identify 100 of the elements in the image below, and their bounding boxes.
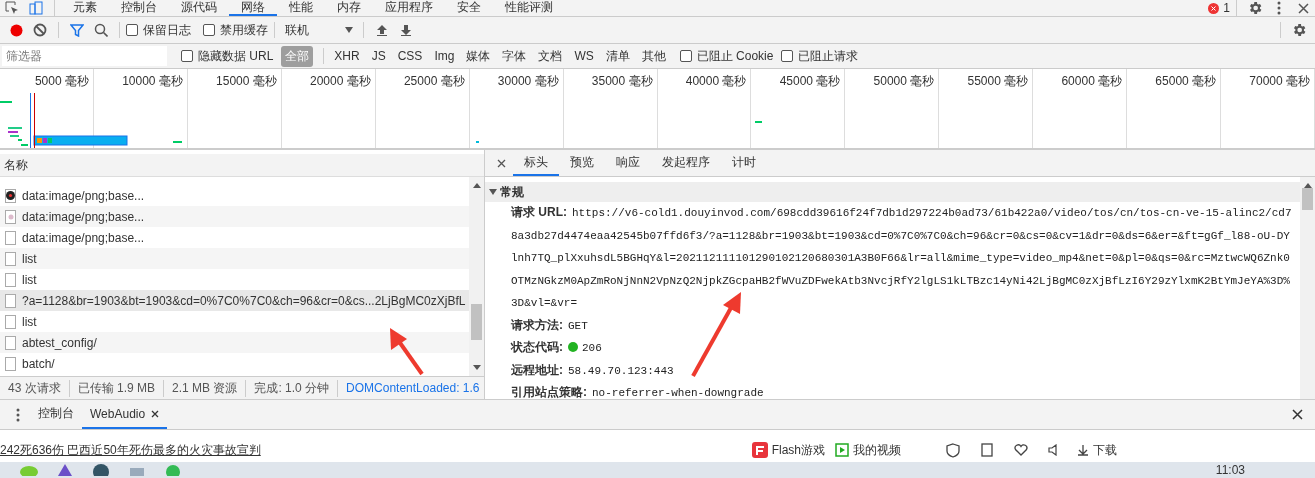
time-tick: 55000 毫秒 bbox=[967, 74, 1029, 88]
request-name: data:image/png;base... bbox=[22, 209, 145, 224]
file-icon bbox=[5, 293, 16, 308]
throttling-select[interactable]: 联机 bbox=[281, 20, 357, 40]
panel-tab[interactable]: 元素 bbox=[61, 0, 109, 16]
file-icon bbox=[5, 314, 16, 329]
request-row[interactable]: list bbox=[0, 248, 469, 269]
request-row[interactable]: data:image/png;base... bbox=[0, 206, 469, 227]
time-tick: 20000 毫秒 bbox=[310, 74, 371, 88]
request-name: batch/ bbox=[22, 356, 55, 371]
request-name: abtest_config/ bbox=[22, 335, 97, 350]
time-tick: 15000 毫秒 bbox=[216, 74, 277, 88]
detail-tab[interactable]: 响应 bbox=[605, 150, 651, 176]
type-filter[interactable]: 其他 bbox=[637, 45, 670, 67]
triangle-icon[interactable] bbox=[489, 189, 497, 195]
type-filter[interactable]: Img bbox=[430, 47, 459, 65]
panel-tab[interactable]: 应用程序 bbox=[373, 0, 445, 16]
image-file-icon bbox=[5, 209, 16, 224]
flash-games-link[interactable]: Flash游戏 bbox=[751, 441, 825, 459]
app-logo-icon bbox=[5, 188, 16, 203]
checkbox[interactable]: 已阻止 Cookie bbox=[679, 47, 774, 65]
time-tick: 50000 毫秒 bbox=[873, 74, 935, 88]
detail-tab[interactable]: 发起程序 bbox=[651, 150, 721, 176]
checkbox[interactable]: 隐藏数据 URL bbox=[181, 47, 274, 65]
settings-icon[interactable] bbox=[1291, 22, 1307, 38]
filter-field[interactable]: 筛选器 bbox=[2, 46, 167, 66]
request-name: list bbox=[22, 251, 37, 266]
time-tick: 40000 毫秒 bbox=[685, 74, 747, 88]
close-icon[interactable] bbox=[151, 409, 160, 418]
type-filter[interactable]: CSS bbox=[393, 47, 427, 65]
summary-text: 43 次请求 bbox=[0, 379, 70, 397]
settings-icon[interactable] bbox=[1247, 0, 1263, 16]
header-field: 请求方法: GET bbox=[485, 314, 1300, 337]
clock-time: 11:03 bbox=[1215, 462, 1245, 478]
request-name: data:image/png;base... bbox=[22, 230, 145, 245]
scrollbar-thumb[interactable] bbox=[1302, 188, 1313, 210]
request-name: ?a=1128&br=1903&bt=1903&cd=0%7C0%7C0&ch=96&cr=0&cs...2LjBgMC0zXjBfL bbox=[22, 293, 466, 308]
type-filter[interactable]: 字体 bbox=[498, 45, 531, 67]
download-button[interactable]: 下载 bbox=[1077, 441, 1117, 459]
detail-tab[interactable]: 预览 bbox=[559, 150, 605, 176]
scrollbar-thumb[interactable] bbox=[471, 303, 482, 340]
my-videos-link[interactable]: 我的视频 bbox=[835, 441, 901, 459]
scroll-up-icon[interactable] bbox=[472, 183, 481, 188]
header-field: 请求 URL: https://v6-cold1.douyinvod.com/698cdd39616f24f7db1d297224b0ad73/61b422a0/video/tos/cn/tos-cn-ve-15-alinc2/cd78a3db27d4474eaa42545b07ffd6f3/?a=1128&br=1903&bt=1903&cd=0%7C0%7C0&ch=96&cr=0&cs=0&cv=1&dr=0&ds=6&er=&ft=gGf_l88-oU-DYlnh7TQ_plXxuhsdL5BGHqY&l=202112111101290102120680301A3B0F66&lr=all&mime_type=video_mp4&net=0&pl=0&qs=0&rc=MztwcWQ6Znk0OTMzNGkzM0ApZmRoNjNnN2VpNzQ2NjpkZGcpaHB2fWVuZDFwekAtb3NvcjRfY2lgLS1kLTBzc14yNi42LjBgMC0zXjBfLzI6Y29zYlxmK2BtYmJeYA%3D%3D&vl=&vr= bbox=[485, 202, 1300, 315]
news-link[interactable]: 242死636伤 巴西近50年死伤最多的火灾事故宣判 bbox=[0, 441, 261, 459]
type-filter[interactable]: WS bbox=[570, 47, 598, 65]
panel-tab[interactable]: 控制台 bbox=[109, 0, 169, 16]
drawer-tab[interactable]: 控制台 bbox=[30, 400, 82, 429]
detail-tab[interactable]: 标头 bbox=[513, 150, 559, 176]
panel-tab[interactable]: 性能 bbox=[277, 0, 325, 16]
file-icon bbox=[5, 335, 16, 350]
type-filter[interactable]: 文档 bbox=[534, 45, 567, 67]
summary-text: 2.1 MB 资源 bbox=[164, 379, 247, 397]
header-field: 状态代码: 206 bbox=[485, 337, 1300, 360]
time-tick: 45000 毫秒 bbox=[779, 74, 841, 88]
checkbox[interactable]: 已阻止请求 bbox=[781, 47, 859, 65]
caret-icon bbox=[345, 27, 353, 33]
time-tick: 65000 毫秒 bbox=[1155, 74, 1217, 88]
request-row[interactable]: abtest_config/ bbox=[0, 332, 469, 353]
download-icon bbox=[1077, 444, 1089, 456]
time-tick: 10000 毫秒 bbox=[122, 74, 183, 88]
file-icon bbox=[5, 272, 16, 287]
time-tick: 5000 毫秒 bbox=[34, 74, 89, 88]
detail-tab[interactable]: 计时 bbox=[721, 150, 767, 176]
request-name: list bbox=[22, 272, 37, 287]
flash-logo-icon bbox=[751, 442, 768, 458]
type-filter[interactable]: JS bbox=[367, 47, 390, 65]
play-icon bbox=[835, 443, 849, 457]
request-name: list bbox=[22, 314, 37, 329]
panel-tab[interactable]: 安全 bbox=[445, 0, 493, 16]
summary-text: 已传输 1.9 MB bbox=[69, 379, 165, 397]
type-filter[interactable]: XHR bbox=[330, 47, 364, 65]
panel-tab[interactable]: 源代码 bbox=[169, 0, 229, 16]
summary-text: 完成: 1.0 分钟 bbox=[246, 379, 339, 397]
section-header[interactable]: 常规 bbox=[485, 182, 1300, 202]
scrollbar[interactable] bbox=[1300, 177, 1315, 399]
annotation-arrow bbox=[390, 328, 424, 376]
type-filter[interactable]: 媒体 bbox=[462, 45, 495, 67]
request-row[interactable]: ?a=1128&br=1903&bt=1903&cd=0%7C0%7C0&ch=96&cr=0&cs...2LjBgMC0zXjBfL bbox=[0, 290, 469, 311]
time-tick: 25000 毫秒 bbox=[403, 74, 465, 88]
scroll-down-icon[interactable] bbox=[472, 365, 481, 370]
checkbox[interactable]: 禁用缓存 bbox=[203, 21, 268, 39]
column-header[interactable]: 名称 bbox=[0, 154, 484, 177]
dom-loaded-link[interactable]: DOMContentLoaded: 1.6 bbox=[338, 381, 488, 395]
header-field: 引用站点策略: no-referrer-when-downgrade bbox=[485, 382, 1300, 399]
time-tick: 70000 毫秒 bbox=[1249, 74, 1310, 88]
panel-tab[interactable]: 性能评测 bbox=[493, 0, 565, 16]
app-icon[interactable] bbox=[92, 462, 110, 476]
request-name: data:image/png;base... bbox=[22, 188, 145, 203]
checkbox[interactable]: 保留日志 bbox=[126, 21, 191, 39]
file-icon bbox=[5, 251, 16, 266]
time-tick: 35000 毫秒 bbox=[591, 74, 653, 88]
error-count[interactable]: 1 bbox=[1208, 1, 1230, 15]
panel-tab[interactable]: 内存 bbox=[325, 0, 373, 16]
scrollbar[interactable] bbox=[469, 177, 484, 376]
file-icon bbox=[5, 356, 16, 371]
time-tick: 30000 毫秒 bbox=[497, 74, 559, 88]
header-field: 远程地址: 58.49.70.123:443 bbox=[485, 359, 1300, 382]
type-filter[interactable]: 清单 bbox=[601, 45, 634, 67]
file-icon bbox=[5, 230, 16, 245]
